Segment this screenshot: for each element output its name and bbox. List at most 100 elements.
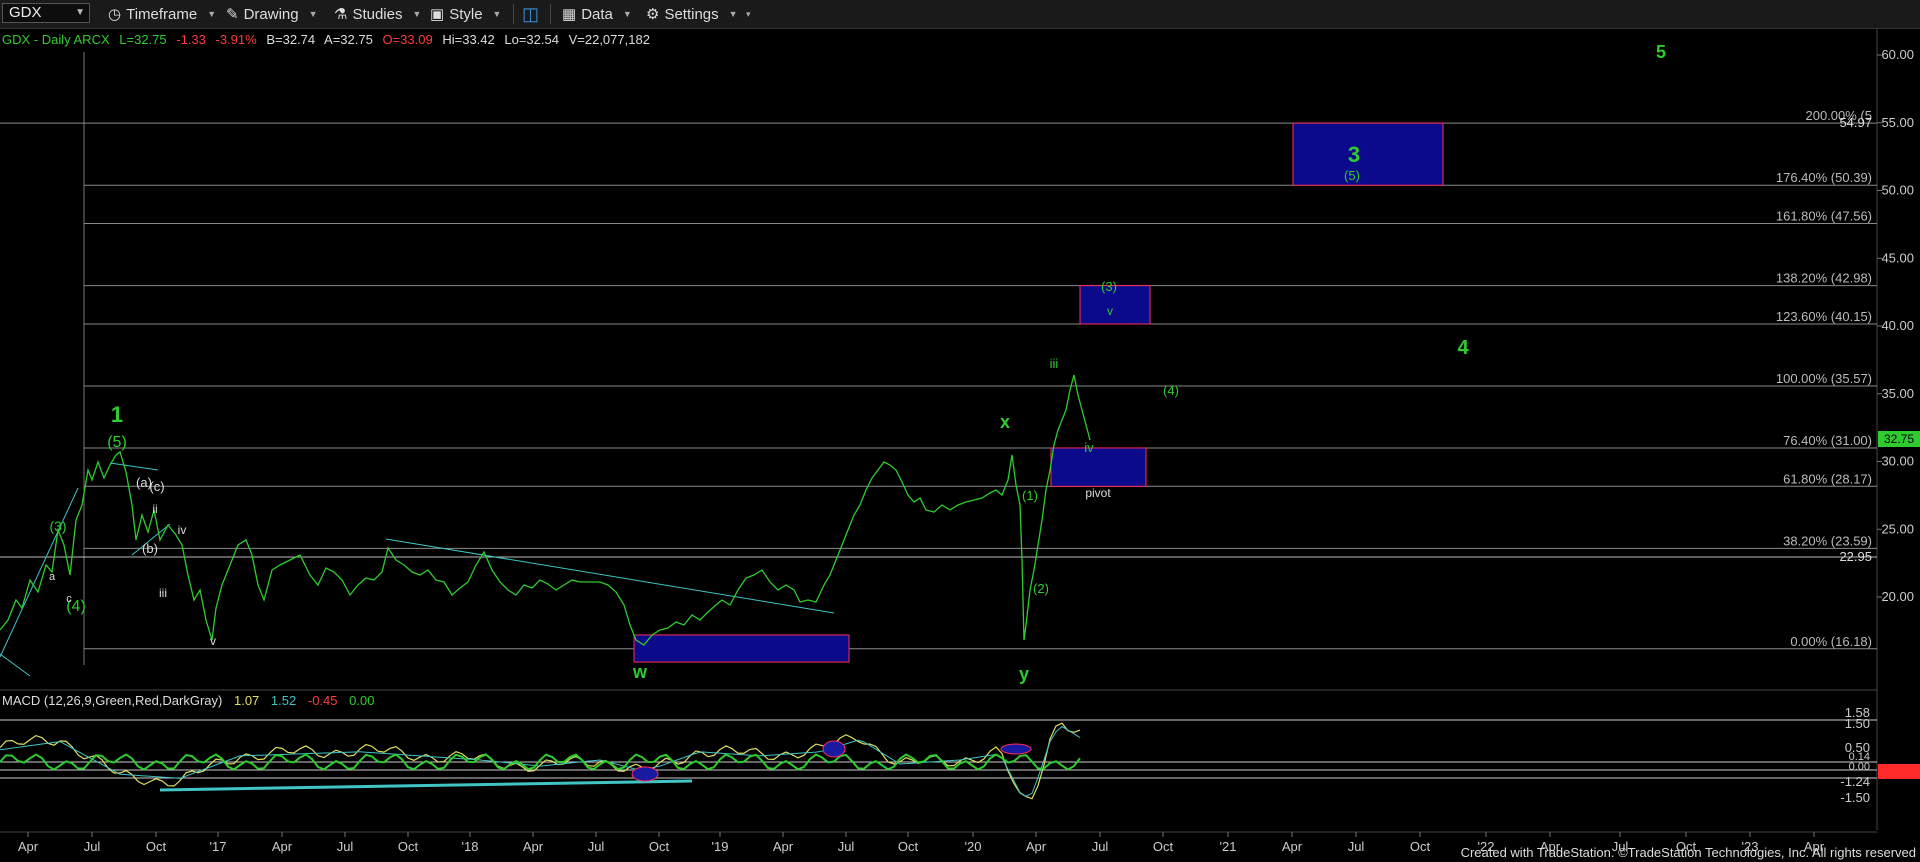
macd-highlight-ellipse <box>822 740 846 758</box>
style-label: Style <box>449 5 483 23</box>
wave-label: (3) <box>1101 279 1117 294</box>
toolbar-overflow-icon[interactable]: ▾ <box>746 3 751 25</box>
x-tick-label: '20 <box>965 839 982 854</box>
fib-label: 76.40% (31.00) <box>1783 433 1872 448</box>
price-chart[interactable]: 200.00% (5176.40% (50.39)161.80% (47.56)… <box>0 29 1920 862</box>
y-tick-label: 45.00 <box>1881 250 1914 265</box>
x-tick-label: Oct <box>146 839 167 854</box>
x-tick-label: Apr <box>1026 839 1047 854</box>
x-tick-label: Jul <box>337 839 354 854</box>
macd-highlight-ellipse <box>1000 743 1032 755</box>
macd-name: MACD (12,26,9,Green,Red,DarkGray) <box>2 693 222 708</box>
wave-3-box[interactable] <box>1292 122 1444 186</box>
chart-background <box>0 29 1920 862</box>
x-tick-label: '17 <box>210 839 227 854</box>
data-menu[interactable]: ▦ Data ▼ <box>562 3 632 25</box>
pen-icon: ✎ <box>226 6 239 23</box>
w-box[interactable] <box>633 634 850 663</box>
chevron-down-icon: ▼ <box>207 9 217 19</box>
wave-label: (b) <box>142 541 158 556</box>
x-tick-label: Jul <box>588 839 605 854</box>
wave-label: v <box>210 634 216 648</box>
symbol-value: GDX <box>9 4 42 21</box>
wave-label: iii <box>1050 356 1059 371</box>
toolbar: GDX ▼ ◷ Timeframe ▼ ✎ Drawing ▼ ⚗ Studie… <box>0 0 1920 29</box>
x-tick-label: '19 <box>712 839 729 854</box>
symbol-dropdown-icon[interactable]: ▼ <box>75 4 85 22</box>
price-label-22: 22.95 <box>1839 549 1872 564</box>
x-tick-label: Apr <box>523 839 544 854</box>
wave-label: (2) <box>1033 581 1049 596</box>
data-label: Data <box>581 5 613 23</box>
chevron-down-icon: ▼ <box>492 9 502 19</box>
symbol-input[interactable]: GDX ▼ <box>2 3 90 23</box>
wave-label: w <box>632 662 648 682</box>
info-last: L=32.75 <box>119 32 166 47</box>
wave-label: 5 <box>1656 42 1666 62</box>
wave-label: v <box>1107 304 1113 318</box>
drawing-menu[interactable]: ✎ Drawing ▼ <box>226 3 318 25</box>
last-price-label: 32.75 <box>1884 432 1914 446</box>
x-tick-label: Jul <box>1348 839 1365 854</box>
timeframe-menu[interactable]: ◷ Timeframe ▼ <box>108 3 216 25</box>
settings-label: Settings <box>664 5 719 23</box>
fib-label: 0.00% (16.18) <box>1790 634 1872 649</box>
fib-label: 38.20% (23.59) <box>1783 533 1872 548</box>
info-high: Hi=33.42 <box>442 32 494 47</box>
info-change: -1.33 <box>176 32 206 47</box>
wave-label: x <box>1000 412 1010 432</box>
x-tick-label: Apr <box>1282 839 1303 854</box>
y-tick-label: 50.00 <box>1881 183 1914 198</box>
wave-label: 3 <box>1348 142 1360 167</box>
toolbar-separator <box>550 4 551 24</box>
chevron-down-icon: ▼ <box>308 9 318 19</box>
style-icon: ▣ <box>430 6 445 23</box>
style-menu[interactable]: ▣ Style ▼ <box>430 3 501 25</box>
x-tick-label: Apr <box>18 839 39 854</box>
clock-icon: ◷ <box>108 6 122 23</box>
gear-icon: ⚙ <box>646 6 660 23</box>
timeframe-label: Timeframe <box>126 5 198 23</box>
settings-menu[interactable]: ⚙ Settings ▼ <box>646 3 738 25</box>
wave-label: pivot <box>1085 486 1111 500</box>
pivot-box[interactable] <box>1050 447 1147 487</box>
x-tick-label: Apr <box>272 839 293 854</box>
studies-menu[interactable]: ⚗ Studies ▼ <box>334 3 421 25</box>
y-tick-label: 55.00 <box>1881 115 1914 130</box>
y-tick-label: 20.00 <box>1881 589 1914 604</box>
wave-label: iii <box>159 586 167 600</box>
info-low: Lo=32.54 <box>504 32 559 47</box>
fib-label: 138.20% (42.98) <box>1776 271 1872 286</box>
bar-chart-icon: ▦ <box>562 6 577 23</box>
x-tick-label: Oct <box>398 839 419 854</box>
macd-value-tag <box>1878 764 1920 779</box>
macd-right-label: 0.00 <box>1849 761 1870 773</box>
fib-label: 161.80% (47.56) <box>1776 209 1872 224</box>
x-tick-label: '21 <box>1220 839 1237 854</box>
wave-label: (4) <box>1163 383 1179 398</box>
fib-label: 61.80% (28.17) <box>1783 471 1872 486</box>
macd-value-3: -0.45 <box>308 693 338 708</box>
x-tick-label: Jul <box>84 839 101 854</box>
studies-label: Studies <box>352 5 403 23</box>
fib-label: 176.40% (50.39) <box>1776 170 1872 185</box>
fib-label: 100.00% (35.57) <box>1776 371 1872 386</box>
copyright-footer: Created with TradeStation. ©TradeStation… <box>1461 845 1916 860</box>
y-tick-label: 30.00 <box>1881 454 1914 469</box>
toolbar-separator <box>513 4 514 24</box>
wave-label: 1 <box>111 402 123 427</box>
y-tick-label: 40.00 <box>1881 318 1914 333</box>
wave-label: iv <box>1084 440 1094 455</box>
x-tick-label: Apr <box>773 839 794 854</box>
x-tick-label: Oct <box>898 839 919 854</box>
macd-tick-label: 1.50 <box>1845 716 1870 731</box>
wave-label: (5) <box>107 434 127 451</box>
layout-icon[interactable]: ◫ <box>522 3 539 25</box>
info-bar: GDX - Daily ARCX L=32.75 -1.33 -3.91% B=… <box>2 32 650 47</box>
chevron-down-icon: ▼ <box>728 9 738 19</box>
price-label-55: 54.97 <box>1839 115 1872 130</box>
wave-label: iv <box>178 523 187 537</box>
drawing-label: Drawing <box>243 5 299 23</box>
chevron-down-icon: ▼ <box>412 9 422 19</box>
info-bid: B=32.74 <box>266 32 315 47</box>
